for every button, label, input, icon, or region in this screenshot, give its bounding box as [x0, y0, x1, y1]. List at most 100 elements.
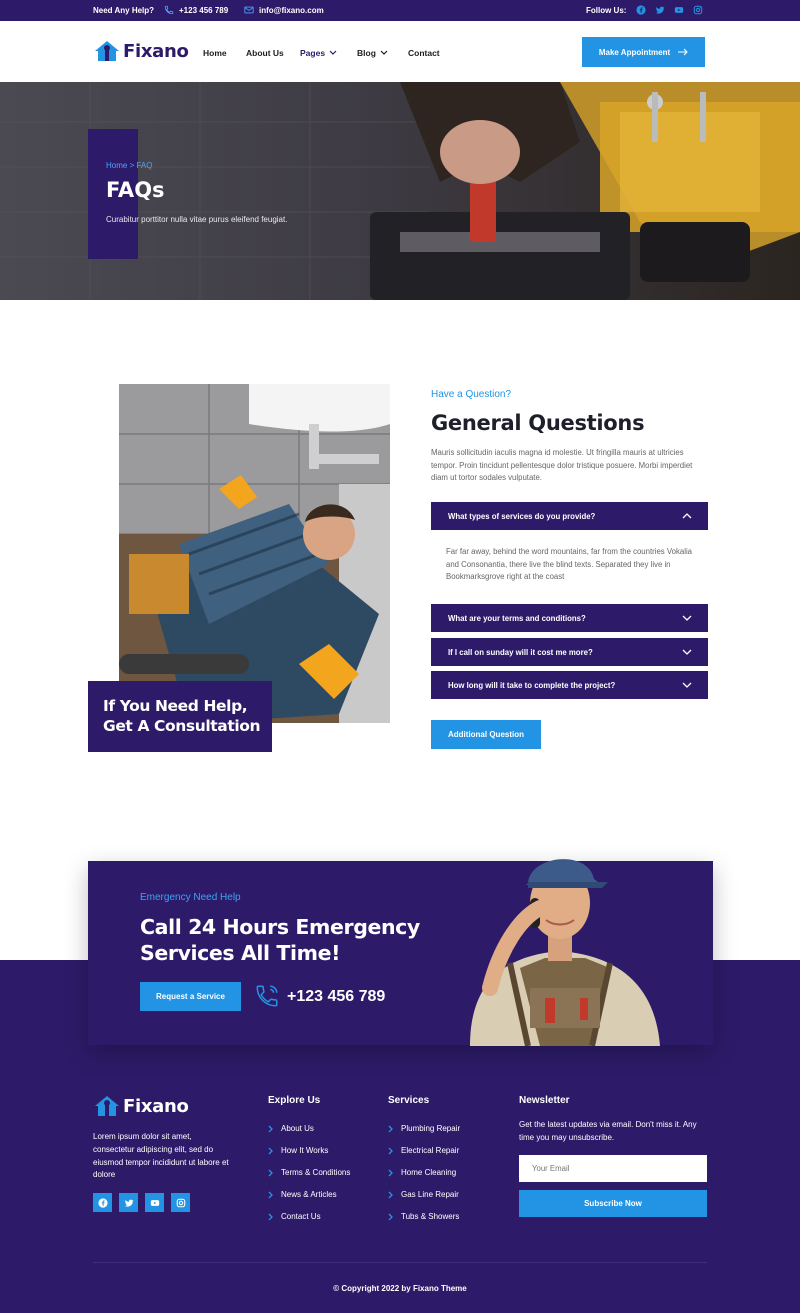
faq-item-services[interactable]: What types of services do you provide? [431, 502, 708, 530]
chevron-down-icon [380, 50, 388, 55]
youtube-icon[interactable] [674, 5, 684, 15]
chevron-up-icon [682, 513, 692, 519]
footer-about-text: Lorem ipsum dolor sit amet, consectetur … [93, 1132, 229, 1180]
breadcrumb: Home > FAQ [106, 161, 152, 170]
twitter-icon[interactable] [655, 5, 665, 15]
chevron-right-icon [268, 1147, 273, 1154]
topbar-phone-text: +123 456 789 [179, 5, 229, 15]
make-appointment-button[interactable]: Make Appointment [582, 37, 705, 67]
page-title: FAQs [106, 178, 165, 202]
footer-service-label: Gas Line Repair [401, 1190, 459, 1199]
footer-service-electrical[interactable]: Electrical Repair [388, 1146, 459, 1155]
footer-service-tubs[interactable]: Tubs & Showers [388, 1212, 459, 1221]
chevron-down-icon [682, 649, 692, 655]
footer-link-about[interactable]: About Us [268, 1124, 314, 1133]
instagram-icon [176, 1198, 185, 1207]
faq-question: What types of services do you provide? [448, 511, 596, 521]
footer-service-plumbing[interactable]: Plumbing Repair [388, 1124, 460, 1133]
footer-link-label: About Us [281, 1124, 314, 1133]
cta-title-line-2: Services All Time! [140, 941, 341, 965]
chevron-right-icon [268, 1169, 273, 1176]
nav-pages[interactable]: Pages [300, 48, 337, 58]
faq-item-duration[interactable]: How long will it take to complete the pr… [431, 671, 708, 699]
footer-service-cleaning[interactable]: Home Cleaning [388, 1168, 456, 1177]
arrow-right-icon [678, 48, 688, 56]
footer-service-label: Tubs & Showers [401, 1212, 460, 1221]
house-wrench-icon [95, 41, 119, 61]
newsletter-email-input[interactable] [519, 1155, 707, 1182]
consult-line-1: If You Need Help, [103, 697, 248, 715]
footer-link-contact[interactable]: Contact Us [268, 1212, 321, 1221]
chevron-down-icon [682, 615, 692, 621]
worker-photo [450, 838, 670, 1046]
brand-logo[interactable]: Fixano [94, 40, 189, 62]
footer-facebook-button[interactable] [93, 1193, 112, 1212]
mail-icon [244, 6, 254, 14]
faq-item-sunday[interactable]: If I call on sunday will it cost me more… [431, 638, 708, 666]
plumber-illustration [119, 384, 390, 723]
subscribe-button[interactable]: Subscribe Now [519, 1190, 707, 1217]
topbar-phone[interactable]: +123 456 789 [164, 5, 228, 15]
need-help-text: Need Any Help? [93, 6, 155, 15]
cta-kicker: Emergency Need Help [140, 892, 241, 903]
chevron-right-icon [388, 1191, 393, 1198]
facebook-icon [97, 1197, 108, 1208]
footer-twitter-button[interactable] [119, 1193, 138, 1212]
faq-question: How long will it take to complete the pr… [448, 680, 616, 690]
nav-blog-label: Blog [357, 48, 376, 58]
cta-phone-number[interactable]: +123 456 789 [287, 988, 385, 1006]
breadcrumb-current: FAQ [136, 161, 153, 170]
footer-link-label: News & Articles [281, 1190, 337, 1199]
topbar-email[interactable]: info@fixano.com [244, 5, 324, 15]
chevron-right-icon [268, 1213, 273, 1220]
make-appointment-label: Make Appointment [598, 47, 671, 57]
consult-line-2: Get A Consultation [103, 717, 261, 735]
footer-services-title: Services [388, 1095, 430, 1106]
additional-question-button[interactable]: Additional Question [431, 720, 541, 749]
chevron-right-icon [388, 1213, 393, 1220]
faq-title: General Questions [431, 411, 645, 435]
nav-pages-label: Pages [300, 48, 326, 58]
facebook-icon[interactable] [636, 5, 646, 15]
phone-icon [256, 985, 278, 1007]
footer-link-how-it-works[interactable]: How It Works [268, 1146, 328, 1155]
faq-kicker: Have a Question? [431, 389, 512, 400]
footer-link-terms[interactable]: Terms & Conditions [268, 1168, 350, 1177]
youtube-icon [150, 1199, 159, 1206]
footer-service-label: Electrical Repair [401, 1146, 460, 1155]
footer-socials [93, 1193, 190, 1212]
faq-item-terms[interactable]: What are your terms and conditions? [431, 604, 708, 632]
footer-logo[interactable]: Fixano [94, 1095, 189, 1117]
chevron-right-icon [268, 1125, 273, 1132]
brand-name: Fixano [123, 40, 189, 62]
twitter-icon [124, 1199, 134, 1207]
footer-service-gas[interactable]: Gas Line Repair [388, 1190, 459, 1199]
chevron-right-icon [388, 1125, 393, 1132]
instagram-icon[interactable] [693, 5, 703, 15]
footer-service-label: Plumbing Repair [401, 1124, 461, 1133]
page-subtitle: Curabitur porttitor nulla vitae purus el… [106, 215, 288, 224]
chevron-down-icon [329, 50, 337, 55]
chevron-down-icon [682, 682, 692, 688]
request-service-button[interactable]: Request a Service [140, 982, 241, 1011]
footer-service-label: Home Cleaning [401, 1168, 457, 1177]
nav-blog[interactable]: Blog [357, 48, 388, 58]
nav-about[interactable]: About Us [246, 48, 284, 58]
footer-youtube-button[interactable] [145, 1193, 164, 1212]
topbar-socials [636, 5, 703, 15]
nav-home[interactable]: Home [203, 48, 227, 58]
chevron-right-icon [268, 1191, 273, 1198]
footer-explore-title: Explore Us [268, 1095, 321, 1106]
breadcrumb-home[interactable]: Home [106, 161, 127, 170]
faq-question: If I call on sunday will it cost me more… [448, 647, 593, 657]
faq-question: What are your terms and conditions? [448, 613, 586, 623]
footer-link-news[interactable]: News & Articles [268, 1190, 337, 1199]
footer-link-label: Contact Us [281, 1212, 321, 1221]
phone-icon [164, 5, 174, 15]
nav-contact[interactable]: Contact [408, 48, 440, 58]
chevron-right-icon [388, 1147, 393, 1154]
footer-instagram-button[interactable] [171, 1193, 190, 1212]
copyright-text: © Copyright 2022 by Fixano Theme [333, 1284, 467, 1293]
footer-newsletter-title: Newsletter [519, 1095, 570, 1106]
footer-link-label: How It Works [281, 1146, 329, 1155]
